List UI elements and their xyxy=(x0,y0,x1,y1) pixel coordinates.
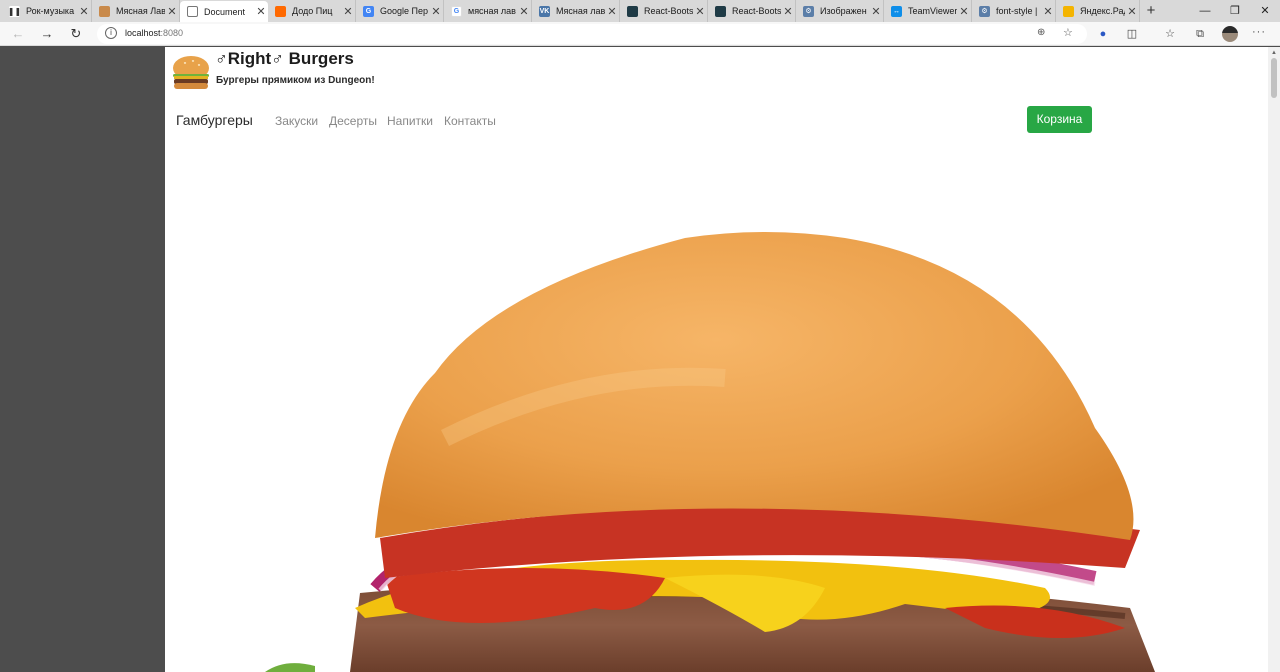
vk-icon: VK xyxy=(539,5,550,17)
close-tab-icon[interactable]: ✕ xyxy=(77,5,91,18)
nav-link-hamburgers[interactable]: Гамбургеры xyxy=(176,112,253,128)
close-tab-icon[interactable]: ✕ xyxy=(1041,5,1055,18)
minimize-icon[interactable]: — xyxy=(1190,0,1220,22)
restore-icon[interactable]: ❐ xyxy=(1220,0,1250,22)
nav-link-desserts[interactable]: Десерты xyxy=(329,114,377,128)
browser-tab[interactable]: React-Boots ✕ xyxy=(708,0,796,22)
add-favorite-icon[interactable]: ☆ xyxy=(1063,26,1073,39)
nav-link-contacts[interactable]: Контакты xyxy=(444,114,496,128)
nav-link-drinks[interactable]: Напитки xyxy=(387,114,433,128)
browser-tab[interactable]: React-Boots ✕ xyxy=(620,0,708,22)
close-tab-icon[interactable]: ✕ xyxy=(869,5,883,18)
address-bar[interactable]: i localhost:8080 ⊕ ☆ xyxy=(97,24,1087,44)
gear-icon: ⚙ xyxy=(979,5,990,17)
close-tab-icon[interactable]: ✕ xyxy=(517,5,531,18)
burger-logo-icon[interactable] xyxy=(171,54,211,92)
brand-title[interactable]: ♂Right♂ Burgers xyxy=(215,49,354,69)
scroll-up-icon[interactable]: ▲ xyxy=(1271,50,1277,56)
favorites-icon[interactable]: ☆ xyxy=(1162,26,1178,42)
split-screen-icon[interactable]: ◫ xyxy=(1124,26,1140,42)
browser-tab-active[interactable]: Document ✕ xyxy=(180,1,268,22)
browser-tab[interactable]: ↔ TeamViewer ✕ xyxy=(884,0,972,22)
yandex-icon xyxy=(1063,5,1074,17)
page-scrollbar[interactable]: ▲ xyxy=(1268,47,1280,672)
close-tab-icon[interactable]: ✕ xyxy=(1125,5,1139,18)
browser-tab[interactable]: ⚙ Изображен ✕ xyxy=(796,0,884,22)
site-nav: Гамбургеры Закуски Десерты Напитки Конта… xyxy=(165,102,1104,138)
dodo-icon xyxy=(275,5,286,17)
profile-avatar[interactable] xyxy=(1222,26,1238,42)
forward-icon[interactable]: → xyxy=(37,24,57,44)
zoom-icon[interactable]: ⊕ xyxy=(1037,27,1045,38)
close-tab-icon[interactable]: ✕ xyxy=(781,5,795,18)
page-viewport: ♂Right♂ Burgers Бургеры прямиком из Dung… xyxy=(0,47,1268,672)
gear-icon: ⚙ xyxy=(803,5,814,17)
browser-tab[interactable]: ⚙ font-style | ✕ xyxy=(972,0,1056,22)
tab-strip: ❚❚ Рок-музыка ✕ Мясная Лав ✕ Document ✕ … xyxy=(0,0,1280,22)
browser-tab[interactable]: Додо Пиц ✕ xyxy=(268,0,356,22)
url-text[interactable]: localhost:8080 xyxy=(125,28,183,38)
browser-tab[interactable]: G мясная лав ✕ xyxy=(444,0,532,22)
new-tab-button[interactable]: + xyxy=(1143,2,1159,20)
browser-toolbar: ← → ↻ i localhost:8080 ⊕ ☆ ● ◫ ☆ ⧉ ··· xyxy=(0,22,1280,46)
browser-tab[interactable]: Мясная Лав ✕ xyxy=(92,0,180,22)
browser-tab[interactable]: Яндекс.Рад ✕ xyxy=(1056,0,1140,22)
back-icon[interactable]: ← xyxy=(8,24,28,44)
cart-button[interactable]: Корзина xyxy=(1027,106,1092,133)
extension-icon[interactable]: ● xyxy=(1095,26,1111,42)
collections-icon[interactable]: ⧉ xyxy=(1192,26,1208,42)
close-tab-icon[interactable]: ✕ xyxy=(254,5,268,18)
react-bootstrap-icon xyxy=(627,5,638,17)
close-tab-icon[interactable]: ✕ xyxy=(693,5,707,18)
browser-tab[interactable]: VK Мясная лав ✕ xyxy=(532,0,620,22)
more-menu-icon[interactable]: ··· xyxy=(1252,26,1266,38)
scrollbar-thumb[interactable] xyxy=(1271,58,1277,98)
browser-tab[interactable]: G Google Пер ✕ xyxy=(356,0,444,22)
translate-icon: G xyxy=(363,5,374,17)
reload-icon[interactable]: ↻ xyxy=(66,24,86,44)
pause-icon: ❚❚ xyxy=(7,5,22,17)
browser-tab[interactable]: ❚❚ Рок-музыка ✕ xyxy=(2,0,92,22)
google-icon: G xyxy=(451,5,462,17)
burger-favicon xyxy=(99,5,110,17)
site-page: ♂Right♂ Burgers Бургеры прямиком из Dung… xyxy=(165,47,1268,672)
close-window-icon[interactable]: ✕ xyxy=(1250,0,1280,22)
page-icon xyxy=(187,6,198,17)
close-tab-icon[interactable]: ✕ xyxy=(341,5,355,18)
hero-burger-image xyxy=(265,232,1155,672)
close-tab-icon[interactable]: ✕ xyxy=(429,5,443,18)
site-info-icon[interactable]: i xyxy=(105,27,117,39)
react-bootstrap-icon xyxy=(715,5,726,17)
close-tab-icon[interactable]: ✕ xyxy=(165,5,179,18)
close-tab-icon[interactable]: ✕ xyxy=(957,5,971,18)
close-tab-icon[interactable]: ✕ xyxy=(605,5,619,18)
brand-tagline: Бургеры прямиком из Dungeon! xyxy=(216,75,375,86)
site-header: ♂Right♂ Burgers Бургеры прямиком из Dung… xyxy=(165,47,1104,102)
teamviewer-icon: ↔ xyxy=(891,5,902,17)
nav-link-snacks[interactable]: Закуски xyxy=(275,114,318,128)
